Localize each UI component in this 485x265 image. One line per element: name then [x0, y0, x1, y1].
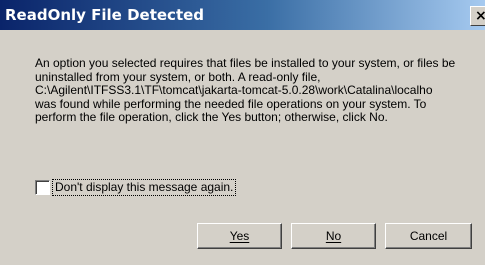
- message-line: C:\Agilent\ITFSS3.1\TF\tomcat\jakarta-to…: [35, 83, 433, 97]
- no-button[interactable]: No: [291, 223, 376, 249]
- message-line: An option you selected requires that fil…: [35, 57, 456, 70]
- cancel-button-label: Cancel: [409, 229, 448, 243]
- no-button-label: No: [325, 229, 342, 243]
- message-line: was found while performing the needed fi…: [35, 96, 427, 111]
- yes-button-label: Yes: [229, 229, 250, 243]
- dont-show-again-label[interactable]: Don't display this message again.: [52, 179, 237, 196]
- titlebar: ReadOnly File Detected ×: [0, 0, 485, 30]
- cancel-button[interactable]: Cancel: [385, 223, 472, 249]
- message-line: uninstalled from your system, or both. A…: [35, 69, 321, 84]
- close-icon: ×: [475, 8, 485, 24]
- dialog-title: ReadOnly File Detected: [5, 6, 205, 24]
- yes-button[interactable]: Yes: [197, 223, 282, 249]
- close-button[interactable]: ×: [470, 6, 485, 26]
- readonly-file-dialog: ReadOnly File Detected × An option you s…: [0, 0, 485, 265]
- dialog-message: An option you selected requires that fil…: [35, 57, 480, 125]
- dont-show-again-checkbox[interactable]: [35, 180, 50, 195]
- message-line: perform the file operation, click the Ye…: [35, 110, 388, 124]
